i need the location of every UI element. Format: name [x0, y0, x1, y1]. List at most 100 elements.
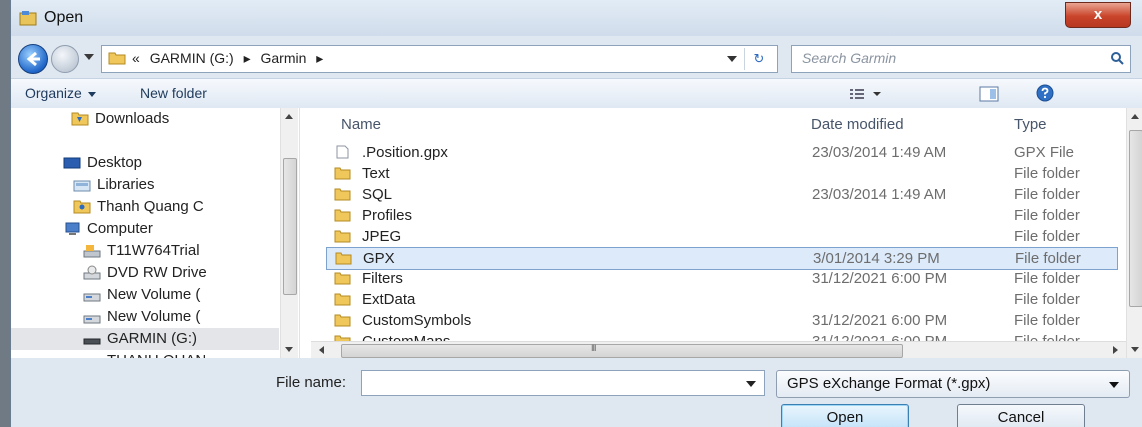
horizontal-scrollbar[interactable]: III	[311, 341, 1126, 359]
table-row[interactable]: ExtData File folder	[326, 289, 1116, 310]
table-row[interactable]: .Position.gpx 23/03/2014 1:49 AM GPX File	[326, 142, 1116, 163]
sidebar-item-computer[interactable]: Computer	[11, 218, 279, 240]
scroll-thumb[interactable]	[283, 158, 297, 295]
sidebar-item-garmin-g[interactable]: GARMIN (G:)	[11, 328, 279, 350]
recent-locations-dropdown[interactable]	[84, 54, 94, 60]
forward-button[interactable]	[51, 45, 79, 73]
table-row[interactable]: Text File folder	[326, 163, 1116, 184]
table-row[interactable]: CustomSymbols 31/12/2021 6:00 PM File fold…	[326, 310, 1116, 331]
sidebar-item-dvd-rw-drive[interactable]: DVD RW Drive	[11, 262, 279, 284]
command-bar: Organize New folder	[11, 78, 1142, 109]
organize-label: Organize	[25, 85, 82, 101]
scroll-down-icon[interactable]	[1131, 347, 1139, 352]
file-list-scrollbar[interactable]	[1126, 108, 1142, 358]
cell-name: .Position.gpx	[362, 144, 448, 161]
cell-date: 23/03/2014 1:49 AM	[812, 186, 947, 203]
cell-date: 31/12/2021 6:00 PM	[812, 312, 948, 329]
libraries-icon	[73, 180, 91, 192]
new-folder-button[interactable]: New folder	[140, 85, 207, 101]
folder-icon	[334, 230, 351, 243]
close-button[interactable]: x	[1065, 2, 1131, 28]
chevron-right-icon[interactable]: ▸	[244, 50, 251, 66]
sidebar-item-new-volume[interactable]: New Volume (	[11, 284, 279, 306]
refresh-icon[interactable]: ↻	[744, 48, 773, 70]
sidebar-item-label: New Volume (	[107, 286, 201, 303]
view-options-icon[interactable]	[849, 87, 883, 101]
cell-name: Profiles	[362, 207, 413, 224]
cell-type: File folder	[1014, 186, 1080, 203]
horizontal-scroll-thumb[interactable]	[341, 344, 903, 358]
sidebar-item-label: New Volume (	[107, 308, 201, 325]
file-name-input[interactable]	[361, 370, 765, 396]
address-dropdown[interactable]	[727, 56, 737, 62]
organize-button[interactable]: Organize	[25, 85, 96, 101]
sidebar-item-new-volume[interactable]: New Volume (	[11, 306, 279, 328]
search-box[interactable]: Search Garmin	[791, 45, 1131, 73]
folder-icon	[334, 188, 351, 201]
sidebar-item-libraries[interactable]: Libraries	[11, 174, 279, 196]
sidebar-item-label: Thanh Quang C	[97, 198, 204, 215]
address-bar[interactable]: « GARMIN (G:) ▸ Garmin ▸ ↻	[101, 45, 778, 73]
column-name[interactable]: Name	[341, 116, 381, 133]
file-list: Name Date modified Type .Position.gpx 23/…	[311, 108, 1126, 350]
scroll-up-icon[interactable]	[285, 114, 293, 119]
cell-name: GPX	[363, 250, 395, 267]
content-area: Downloads Desktop Libraries Thanh Quang C Co…	[11, 108, 1142, 369]
cell-date: 31/12/2021 6:00 PM	[812, 270, 948, 287]
sidebar-item-desktop[interactable]: Desktop	[11, 152, 279, 174]
breadcrumb-garmin-folder[interactable]: Garmin	[261, 50, 307, 66]
sidebar-item-t11w764trial[interactable]: T11W764Trial	[11, 240, 279, 262]
cell-name: Filters	[362, 270, 403, 287]
chevron-right-icon[interactable]: ▸	[316, 50, 323, 66]
table-row[interactable]: JPEG File folder	[326, 226, 1116, 247]
sidebar-item-label: DVD RW Drive	[107, 264, 207, 281]
navigation-bar: « GARMIN (G:) ▸ Garmin ▸ ↻ Search Garmin	[11, 36, 1142, 78]
scroll-right-icon[interactable]	[1113, 346, 1118, 354]
scroll-down-icon[interactable]	[285, 347, 293, 352]
breadcrumb-overflow[interactable]: «	[132, 50, 140, 66]
title-bar: Open x	[11, 0, 1142, 36]
removable-drive-icon	[83, 338, 101, 345]
sidebar-item-thanh-quang-c[interactable]: Thanh Quang C	[11, 196, 279, 218]
cell-name: Text	[362, 165, 390, 182]
sidebar-item-label: Computer	[87, 220, 153, 237]
cell-date: 23/03/2014 1:49 AM	[812, 144, 947, 161]
folder-icon	[334, 272, 351, 285]
cell-name: SQL	[362, 186, 393, 203]
table-row[interactable]: SQL 23/03/2014 1:49 AM File folder	[326, 184, 1116, 205]
cancel-button[interactable]: Cancel	[957, 404, 1085, 427]
table-row[interactable]: Filters 31/12/2021 6:00 PM File folder	[326, 268, 1116, 289]
sidebar-item-label: Downloads	[95, 110, 170, 127]
cell-type: File folder	[1014, 291, 1080, 308]
breadcrumb-garmin-drive[interactable]: GARMIN (G:)	[150, 50, 234, 66]
nav-pane-scrollbar[interactable]	[280, 108, 298, 358]
scroll-grip: III	[591, 343, 596, 353]
sidebar-item-downloads[interactable]: Downloads	[11, 108, 279, 130]
breadcrumb: « GARMIN (G:) ▸ Garmin ▸	[132, 50, 329, 67]
column-date-modified[interactable]: Date modified	[811, 116, 904, 133]
chevron-down-icon[interactable]	[1109, 382, 1119, 388]
open-button[interactable]: Open	[781, 404, 909, 427]
downloads-folder-icon	[71, 112, 89, 126]
computer-icon	[65, 222, 80, 235]
file-name-dropdown[interactable]	[746, 381, 756, 387]
folder-icon	[335, 252, 352, 265]
search-input[interactable]: Search Garmin	[802, 50, 896, 66]
scroll-thumb[interactable]	[1129, 130, 1142, 307]
dialog-footer: File name: GPS eXchange Format (*.gpx) O…	[11, 358, 1142, 427]
cell-type: File folder	[1014, 207, 1080, 224]
scroll-up-icon[interactable]	[1131, 114, 1139, 119]
file-type-select[interactable]: GPS eXchange Format (*.gpx)	[776, 370, 1130, 398]
scroll-left-icon[interactable]	[319, 346, 324, 354]
table-row[interactable]: Profiles File folder	[326, 205, 1116, 226]
table-row[interactable]: GPX 3/01/2014 3:29 PM File folder	[326, 247, 1118, 270]
column-type[interactable]: Type	[1014, 116, 1047, 133]
back-button[interactable]	[18, 44, 48, 74]
cell-date: 3/01/2014 3:29 PM	[813, 250, 940, 267]
cell-name: JPEG	[362, 228, 402, 245]
preview-pane-icon[interactable]	[979, 86, 999, 102]
cell-type: File folder	[1014, 312, 1080, 329]
cell-type: File folder	[1014, 165, 1080, 182]
help-icon[interactable]	[1036, 84, 1054, 102]
search-icon[interactable]	[1110, 51, 1124, 65]
